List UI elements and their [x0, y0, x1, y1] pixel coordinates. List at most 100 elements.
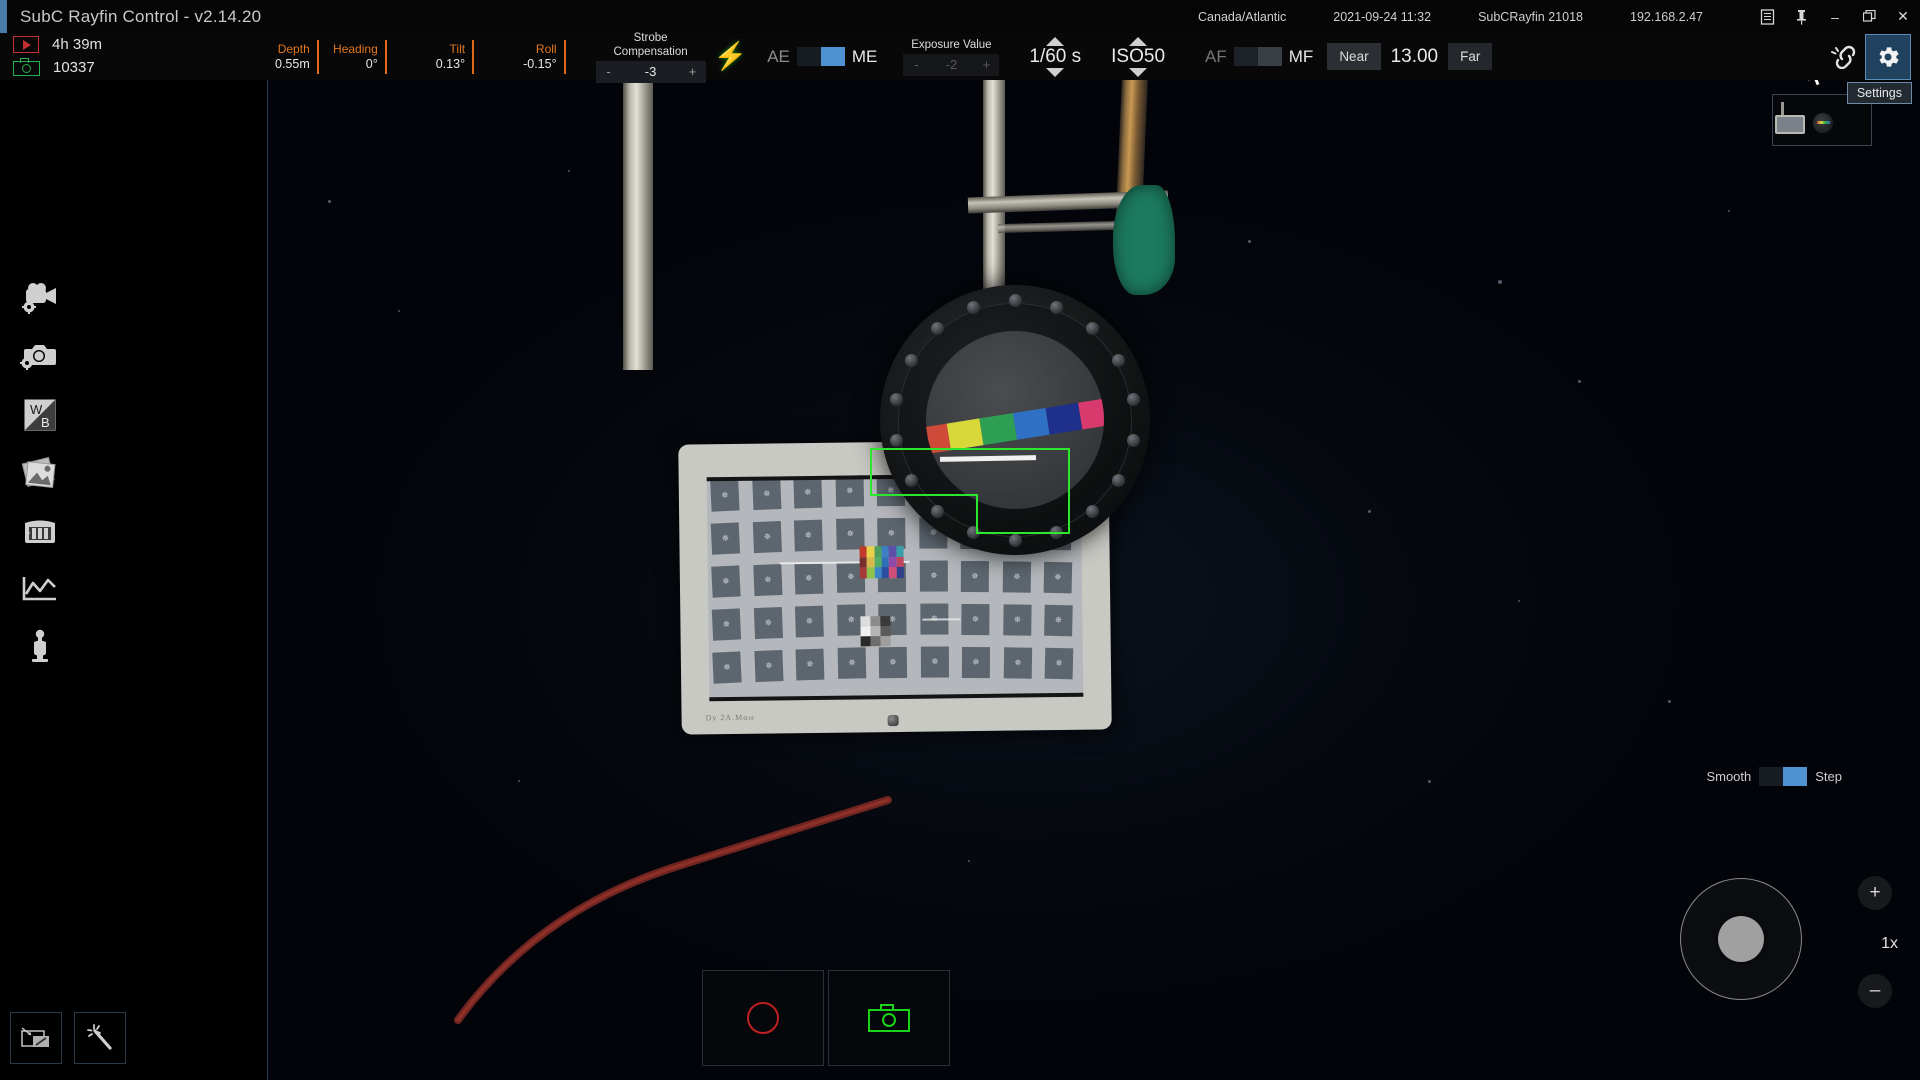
zoom-level-label: 1x	[1881, 935, 1898, 952]
calibration-marker: ✵	[711, 608, 742, 641]
calibration-marker: ✵	[1002, 604, 1032, 636]
focus-mode-switch[interactable]	[1233, 47, 1282, 66]
photo-count-icon	[13, 58, 40, 76]
telemetry-depth: Depth 0.55m	[268, 39, 319, 74]
gear-icon[interactable]	[1865, 33, 1911, 80]
color-patch	[896, 567, 904, 578]
telemetry-group: Depth 0.55m Heading 0° Tilt 0.13° Roll -…	[268, 33, 566, 80]
exposure-increase-button[interactable]: +	[973, 57, 999, 72]
telemetry-heading-label: Heading	[333, 41, 378, 56]
calibration-marker: ✵	[1044, 647, 1074, 680]
strobe-increase-button[interactable]: +	[680, 64, 706, 79]
exposure-value-label: Exposure Value	[911, 38, 992, 51]
strobe-compensation-stepper[interactable]: - -3 +	[595, 60, 706, 83]
pin-icon[interactable]	[1784, 0, 1818, 33]
iso-decrease-icon[interactable]	[1129, 67, 1148, 77]
focus-mode-manual-label[interactable]: MF	[1289, 47, 1314, 67]
focus-near-button[interactable]: Near	[1327, 43, 1381, 70]
marker-glyph: ✵	[1054, 571, 1062, 583]
shutter-increase-icon[interactable]	[1046, 36, 1065, 46]
porthole-strip-segment	[1078, 397, 1104, 429]
iso-spinner[interactable]: ISO50	[1111, 33, 1165, 80]
color-patch	[881, 556, 890, 568]
porthole-bolt	[1049, 300, 1063, 314]
pan-tilt-dial[interactable]	[1680, 878, 1802, 1000]
marker-glyph: ✵	[1013, 657, 1022, 668]
magic-wand-icon[interactable]	[74, 1012, 126, 1064]
strobe-decrease-button[interactable]: -	[596, 64, 622, 79]
marker-glyph: ✵	[763, 617, 772, 628]
sidebar-item-white-balance[interactable]: W B	[14, 389, 66, 441]
gray-patch	[870, 636, 881, 647]
marker-glyph: ✵	[1055, 657, 1063, 669]
calibration-marker: ✵	[710, 522, 741, 555]
porthole-bolt	[1126, 392, 1140, 406]
dial-knob[interactable]	[1718, 916, 1764, 962]
gray-patch	[870, 616, 881, 627]
calibration-marker: ✵	[835, 475, 864, 508]
iso-increase-icon[interactable]	[1129, 36, 1148, 46]
sidebar-item-telemetry-graph[interactable]	[14, 563, 66, 615]
telemetry-tilt-label: Tilt	[449, 41, 466, 56]
annotation-overlay-icon[interactable]	[10, 1012, 62, 1064]
exposure-mode-switch[interactable]	[796, 47, 845, 66]
color-patch	[881, 567, 890, 579]
calibration-marker: ✵	[794, 605, 824, 638]
recording-time-row: 4h 39m	[13, 36, 102, 53]
marker-glyph: ✵	[721, 575, 730, 587]
calibration-marker: ✵	[1044, 604, 1073, 637]
sidebar-item-gallery[interactable]	[14, 447, 66, 499]
telemetry-heading-value: 0°	[365, 56, 378, 71]
sidebar-item-storage[interactable]	[14, 505, 66, 557]
app-title: SubC Rayfin Control - v2.14.20	[20, 6, 262, 26]
zoom-in-button[interactable]: +	[1858, 876, 1892, 910]
porthole-bolt	[931, 321, 945, 335]
focus-mode-toggle[interactable]: AF MF	[1205, 47, 1313, 67]
zoom-mode-smooth-label[interactable]: Smooth	[1706, 769, 1751, 784]
sidebar-item-camera-settings[interactable]	[14, 331, 66, 383]
title-bar-right-group: Canada/Atlantic 2021-09-24 11:32 SubCRay…	[1198, 0, 1920, 33]
strobe-value: -3	[644, 64, 657, 79]
focus-far-button[interactable]: Far	[1448, 43, 1493, 70]
exposure-decrease-button[interactable]: -	[903, 57, 929, 72]
recording-time: 4h 39m	[52, 36, 103, 53]
camera-control-bar: 4h 39m 10337 Depth 0.55m Heading 0° Tilt…	[0, 32, 1920, 83]
porthole-strip-segment	[947, 418, 985, 450]
live-video-feed[interactable]: ✵✵✵✵✵✵✵✵✵✵✵✵✵✵✵✵✵✵✵✵✵✵✵✵✵✵✵✵✵✵✵✵✵✵✵✵✵✵✵✵…	[268, 80, 1920, 1080]
porthole-bolt	[1126, 434, 1140, 448]
record-button[interactable]	[702, 970, 824, 1066]
recording-status-group: 4h 39m 10337	[0, 33, 268, 80]
snapshot-button[interactable]	[828, 970, 950, 1066]
svg-text:B: B	[41, 415, 50, 430]
zoom-mode-switch[interactable]	[1759, 767, 1808, 786]
color-patch	[874, 567, 882, 579]
exposure-mode-toggle[interactable]: AE ME	[767, 47, 877, 67]
minimize-button[interactable]: –	[1818, 0, 1852, 33]
support-pole-left	[623, 80, 653, 370]
link-broken-icon[interactable]	[1822, 35, 1866, 79]
calibration-marker: ✵	[753, 606, 783, 639]
close-button[interactable]: ✕	[1886, 0, 1920, 33]
log-icon[interactable]	[1750, 0, 1784, 33]
telemetry-heading: Heading 0°	[325, 39, 387, 74]
shutter-speed-spinner[interactable]: 1/60 s	[1029, 33, 1081, 80]
zoom-mode-toggle[interactable]: Smooth Step	[1706, 767, 1842, 786]
telemetry-roll-label: Roll	[535, 41, 557, 56]
zoom-mode-step-label[interactable]: Step	[1815, 769, 1842, 784]
sidebar-item-lamp[interactable]	[14, 621, 66, 673]
shutter-decrease-icon[interactable]	[1046, 67, 1065, 77]
lightning-bolt-icon[interactable]: ⚡	[714, 43, 748, 70]
zoom-out-button[interactable]: –	[1858, 974, 1892, 1008]
focus-mode-auto-label[interactable]: AF	[1205, 47, 1227, 67]
telemetry-depth-value: 0.55m	[275, 56, 310, 71]
restore-button[interactable]	[1852, 0, 1886, 33]
sidebar-item-video-settings[interactable]	[14, 273, 66, 325]
ip-address-label: 192.168.2.47	[1630, 9, 1703, 24]
marker-glyph: ✵	[805, 615, 814, 627]
marker-glyph: ✵	[847, 657, 856, 668]
exposure-value-stepper[interactable]: - -2 +	[903, 53, 1000, 76]
gray-patch	[880, 616, 891, 627]
exposure-mode-manual-label[interactable]: ME	[852, 47, 878, 67]
marker-glyph: ✵	[762, 531, 771, 542]
exposure-mode-auto-label[interactable]: AE	[767, 47, 790, 67]
